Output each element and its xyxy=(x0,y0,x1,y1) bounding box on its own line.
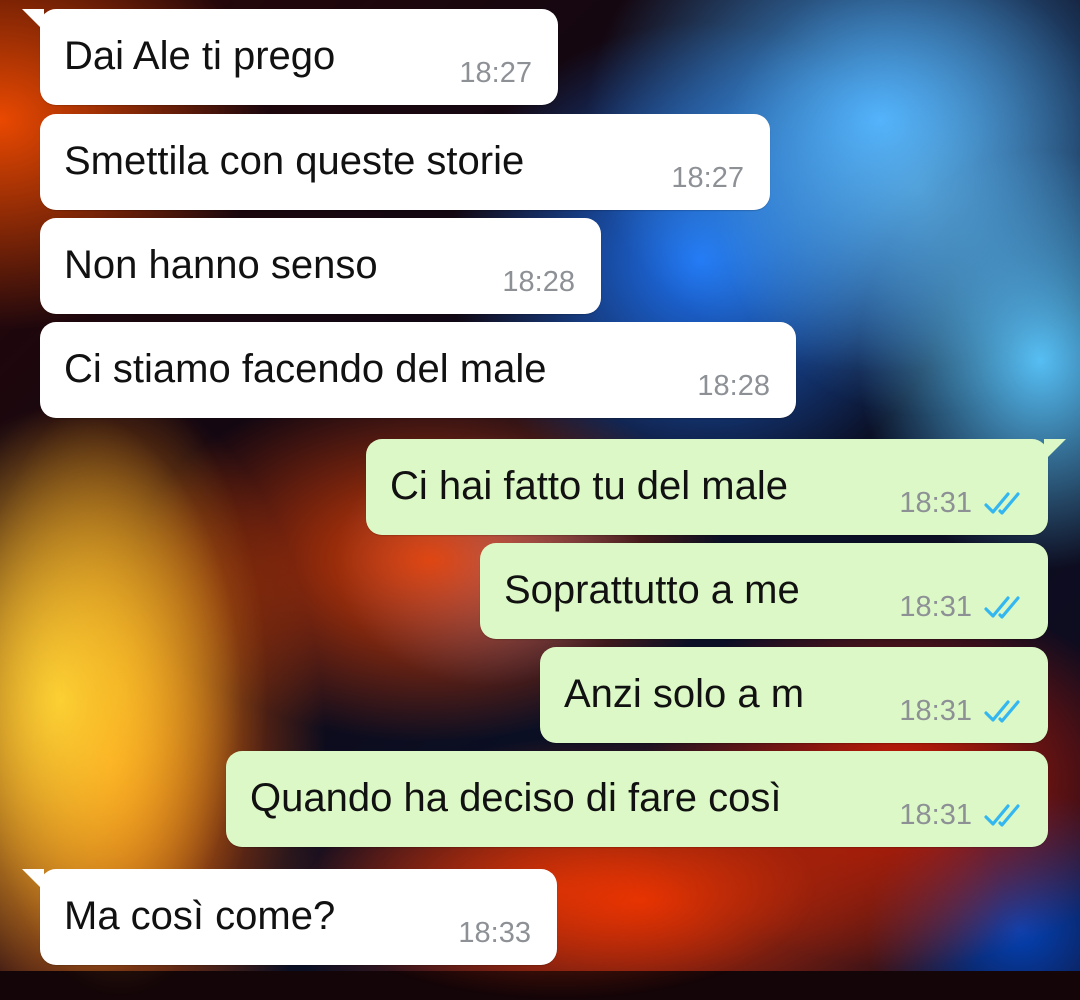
message-text: Soprattutto a me xyxy=(504,568,800,612)
message-bubble-outgoing[interactable]: Ci hai fatto tu del male 18:31 xyxy=(366,439,1066,535)
message-time: 18:33 xyxy=(458,917,531,949)
message-time: 18:31 xyxy=(899,695,972,727)
message-text: Anzi solo a m xyxy=(564,672,805,716)
double-check-read-icon xyxy=(984,700,1020,723)
message-time: 18:31 xyxy=(899,799,972,831)
message-time: 18:31 xyxy=(899,487,972,519)
message-bubble-outgoing[interactable]: Quando ha deciso di fare così 18:31 xyxy=(226,751,1048,847)
double-check-read-icon xyxy=(984,492,1020,515)
message-text: Quando ha deciso di fare così xyxy=(250,776,782,820)
message-time: 18:28 xyxy=(502,266,575,298)
message-time: 18:31 xyxy=(899,591,972,623)
message-bubble-incoming[interactable]: Non hanno senso 18:28 xyxy=(40,218,601,314)
message-bubble-incoming[interactable]: Ci stiamo facendo del male 18:28 xyxy=(40,322,796,418)
message-text: Ci stiamo facendo del male xyxy=(64,347,547,391)
message-text: Dai Ale ti prego xyxy=(64,34,336,78)
message-time: 18:27 xyxy=(459,57,532,89)
message-text: Ma così come? xyxy=(64,894,336,938)
message-bubble-outgoing[interactable]: Soprattutto a me 18:31 xyxy=(480,543,1048,639)
message-bubble-outgoing[interactable]: Anzi solo a m 18:31 xyxy=(540,647,1048,743)
message-time: 18:27 xyxy=(671,162,744,194)
message-bubble-incoming[interactable]: Smettila con queste storie 18:27 xyxy=(40,114,770,210)
message-bubble-incoming[interactable]: Dai Ale ti prego 18:27 xyxy=(22,9,558,105)
message-text: Smettila con queste storie xyxy=(64,139,525,183)
message-text: Ci hai fatto tu del male xyxy=(390,464,788,508)
message-bubble-incoming[interactable]: Ma così come? 18:33 xyxy=(22,869,557,965)
message-time: 18:28 xyxy=(697,370,770,402)
double-check-read-icon xyxy=(984,596,1020,619)
double-check-read-icon xyxy=(984,804,1020,827)
message-text: Non hanno senso xyxy=(64,243,378,287)
